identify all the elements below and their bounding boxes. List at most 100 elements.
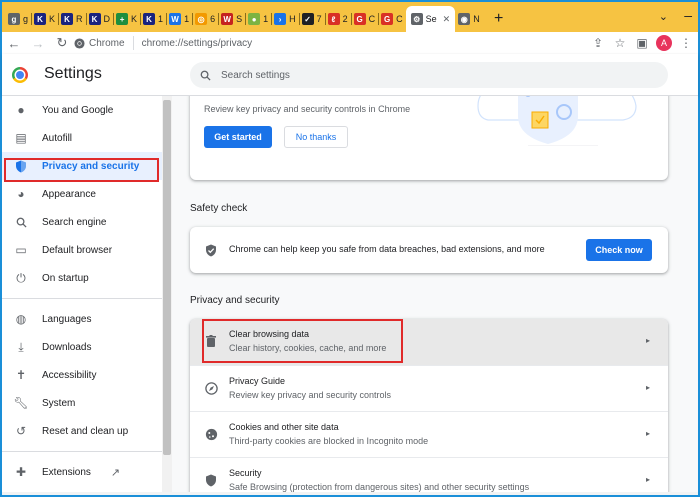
arrow-right-icon: ▸	[645, 383, 650, 392]
check-now-button[interactable]: Check now	[586, 239, 652, 261]
power-icon: ⏻	[16, 270, 26, 285]
tab-favicon-icon: W	[221, 13, 234, 25]
new-tab-button[interactable]: +	[487, 6, 511, 32]
tab-favicon-icon: g	[8, 13, 20, 25]
sidebar-scrollbar-thumb[interactable]	[163, 100, 171, 455]
browser-tab[interactable]: W1	[166, 6, 192, 32]
search-settings-input[interactable]: Search settings	[190, 62, 668, 88]
cookies-and-site-data-row[interactable]: Cookies and other site data Third-party …	[190, 411, 668, 457]
sidebar-item-label: You and Google	[42, 104, 114, 116]
page-title: Settings	[44, 65, 102, 82]
sidebar-item-default-browser[interactable]: ▭ Default browser	[2, 236, 162, 264]
browser-tab[interactable]: + K	[113, 6, 140, 32]
share-icon[interactable]: ⇪	[590, 35, 606, 51]
no-thanks-button[interactable]: No thanks	[284, 126, 348, 148]
browser-tab[interactable]: ● 1	[245, 6, 271, 32]
tab-favicon-icon: G	[353, 13, 366, 25]
tab-search-chevron-icon[interactable]: ⌄	[659, 10, 668, 23]
sidebar-item-accessibility[interactable]: ✝ Accessibility	[2, 361, 162, 389]
sidebar-item-on-startup[interactable]: ⏻ On startup	[2, 264, 162, 292]
shield-icon	[203, 472, 219, 488]
browser-tab-active[interactable]: ⚙ Se ✕	[405, 6, 456, 32]
browser-tab[interactable]: GC	[350, 6, 379, 32]
privacy-guide-row[interactable]: Privacy Guide Review key privacy and sec…	[190, 365, 668, 411]
search-icon	[200, 70, 211, 81]
sidebar-item-label: Search engine	[42, 216, 107, 228]
open-external-icon: ↗	[110, 466, 121, 479]
search-icon	[14, 217, 28, 228]
sidebar-item-extensions[interactable]: ✚ Extensions ↗	[2, 458, 162, 486]
tab-favicon-icon: ◉	[458, 13, 471, 25]
tab-favicon-icon: ✓	[301, 13, 314, 25]
get-started-button[interactable]: Get started	[204, 126, 272, 148]
back-button[interactable]: ←	[2, 32, 26, 54]
browser-tab[interactable]: ℓ2	[324, 6, 351, 32]
tab-favicon-icon: K	[143, 13, 156, 25]
safety-check-heading: Safety check	[190, 203, 248, 214]
tab-favicon-icon: K	[88, 13, 101, 25]
sidebar-item-languages[interactable]: ◍ Languages	[2, 305, 162, 333]
sidebar-item-search-engine[interactable]: Search engine	[2, 208, 162, 236]
browser-tab[interactable]: K1	[140, 6, 166, 32]
palette-icon: ◕	[17, 187, 25, 201]
browser-tab[interactable]: WS	[218, 6, 245, 32]
browser-tab[interactable]: ◎ 6	[192, 6, 218, 32]
browser-tab[interactable]: ✓ 7	[298, 6, 325, 32]
site-info-chip[interactable]: Chrome	[74, 36, 134, 50]
browser-tab[interactable]: KD	[85, 6, 114, 32]
sidebar-item-reset-and-clean-up[interactable]: ↺ Reset and clean up	[2, 417, 162, 445]
arrow-right-icon: ▸	[645, 475, 650, 484]
sidebar-item-label: Languages	[42, 313, 92, 325]
row-subtitle: Review key privacy and security controls	[229, 390, 392, 400]
tab-title: C	[368, 14, 376, 24]
address-bar[interactable]: Chrome chrome://settings/privacy	[74, 33, 608, 53]
row-title: Cookies and other site data	[229, 422, 339, 432]
tab-title: 2	[342, 14, 348, 24]
browser-tab[interactable]: KR	[58, 6, 86, 32]
tab-favicon-icon: ›	[274, 13, 287, 25]
reload-icon: ↻	[56, 35, 68, 50]
menu-dots-icon[interactable]: ⋮	[678, 35, 694, 51]
browser-icon: ▭	[15, 243, 27, 257]
browser-tab[interactable]: KK	[31, 6, 58, 32]
tab-strip: gg KK KR KD + K K1 W1 ◎ 6 WS ● 1 › H ✓ 7 ℓ2 G…	[2, 2, 698, 32]
arrow-left-icon: ←	[7, 35, 21, 51]
tab-favicon-icon: ℓ	[327, 13, 340, 25]
sidebar-item-autofill[interactable]: ▤ Autofill	[2, 124, 162, 152]
clipboard-icon: ▤	[15, 131, 27, 145]
history-icon: ↺	[15, 424, 27, 438]
sidebar-item-you-and-google[interactable]: ● You and Google	[2, 96, 162, 124]
search-placeholder: Search settings	[221, 69, 290, 81]
browser-tab[interactable]: ◉ N	[455, 6, 483, 32]
tab-favicon-icon: ●	[248, 13, 261, 25]
shield-check-icon	[203, 242, 219, 258]
tab-title: 1	[263, 14, 269, 24]
row-title: Security	[229, 468, 262, 478]
browser-toolbar: ← → ↻ Chrome chrome://settings/privacy ⇪…	[2, 32, 698, 54]
browser-tab[interactable]: gg	[5, 6, 31, 32]
reload-button[interactable]: ↻	[50, 32, 74, 54]
browser-tab[interactable]: GC	[378, 6, 406, 32]
forward-button[interactable]: →	[26, 32, 50, 54]
tab-favicon-icon: ◎	[195, 13, 208, 25]
security-row[interactable]: Security Safe Browsing (protection from …	[190, 457, 668, 492]
globe-icon: ◍	[15, 312, 27, 326]
side-panel-icon[interactable]: ▣	[634, 35, 650, 51]
sidebar-item-appearance[interactable]: ◕ Appearance	[2, 180, 162, 208]
browser-tab[interactable]: › H	[271, 6, 299, 32]
tab-title: H	[289, 14, 296, 24]
url-text: chrome://settings/privacy	[141, 37, 253, 49]
profile-avatar[interactable]: A	[656, 35, 672, 51]
star-icon[interactable]: ☆	[612, 35, 628, 51]
sidebar-item-downloads[interactable]: ⤓ Downloads	[2, 333, 162, 361]
privacy-and-security-heading: Privacy and security	[190, 295, 280, 306]
tab-title: N	[473, 14, 480, 24]
close-tab-icon[interactable]: ✕	[443, 14, 451, 25]
sidebar-item-system[interactable]: 🔧︎ System	[2, 389, 162, 417]
arrow-right-icon: ▸	[645, 336, 650, 345]
sidebar-item-label: On startup	[42, 272, 89, 284]
tab-title: S	[236, 14, 243, 24]
minimize-icon[interactable]: –	[684, 7, 692, 23]
privacy-guide-promo-card: Review key privacy and security controls…	[190, 96, 668, 180]
privacy-guide-illustration-icon	[477, 96, 637, 146]
